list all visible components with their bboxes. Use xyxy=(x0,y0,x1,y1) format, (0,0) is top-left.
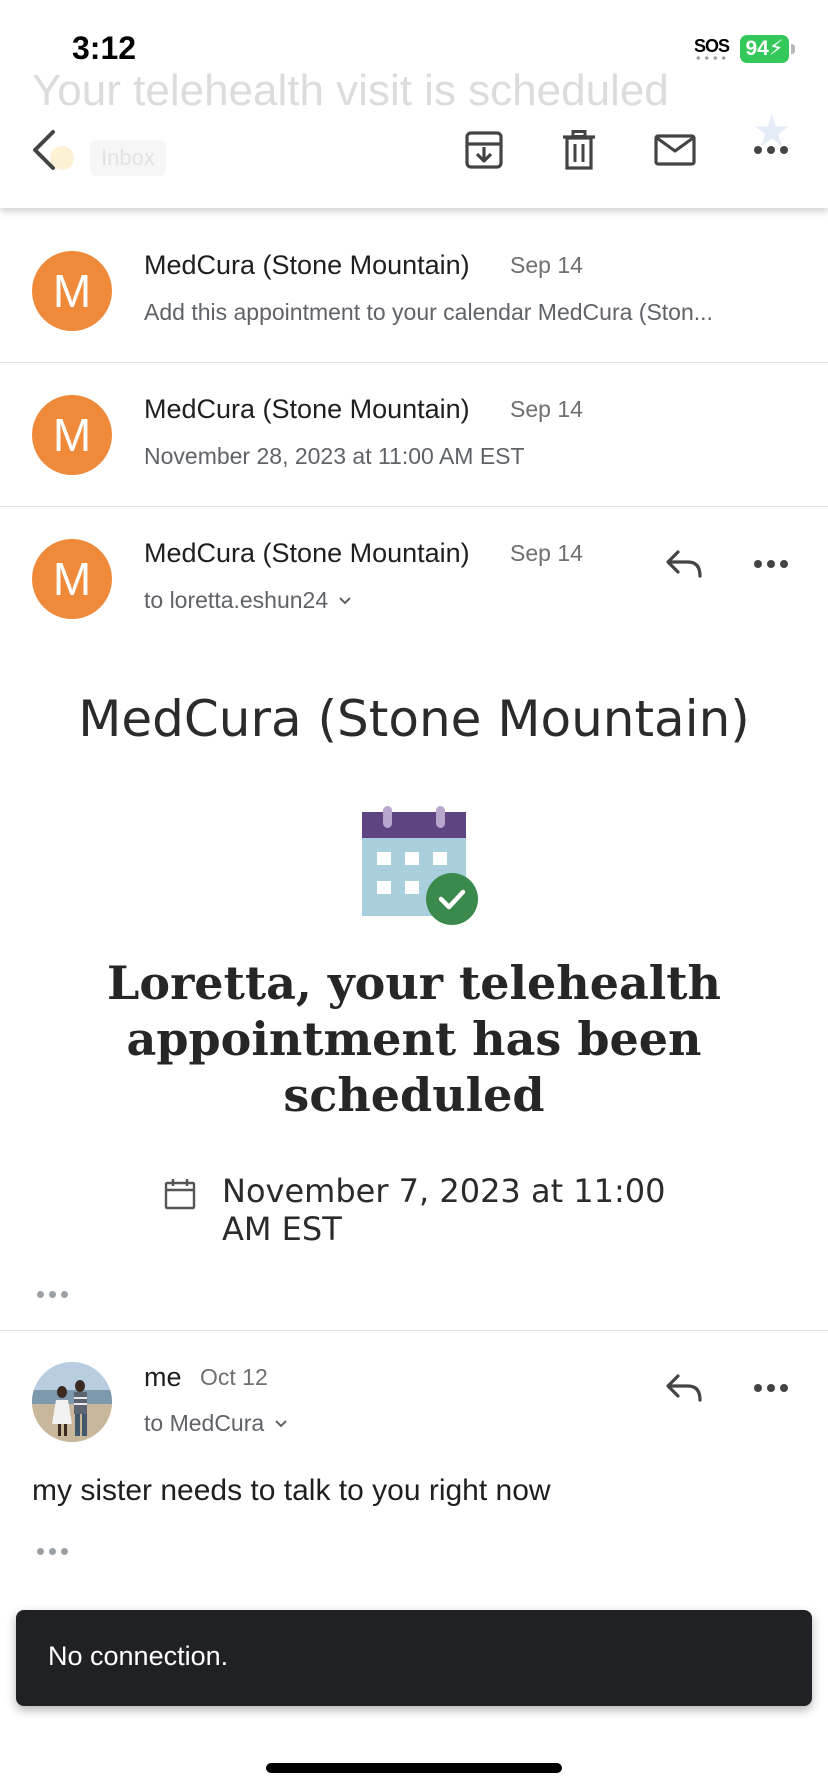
recipient-text: to loretta.eshun24 xyxy=(144,587,329,613)
reply-button[interactable] xyxy=(654,534,714,594)
battery-level: 94 xyxy=(745,37,769,60)
reply-icon xyxy=(666,1374,702,1402)
recipient-details[interactable]: to loretta.eshun24 xyxy=(144,587,352,614)
sender-name: MedCura (Stone Mountain) xyxy=(144,250,470,280)
message-more-button[interactable] xyxy=(741,534,801,594)
sender-name: me xyxy=(144,1362,182,1392)
snackbar: No connection. xyxy=(16,1610,812,1706)
chevron-down-icon xyxy=(275,1419,287,1427)
email-brand-title: MedCura (Stone Mountain) xyxy=(78,690,750,748)
dot xyxy=(36,1547,44,1555)
recipient-text: to MedCura xyxy=(144,1410,265,1436)
divider xyxy=(0,1330,828,1331)
clock: 3:12 xyxy=(72,30,137,66)
dot xyxy=(60,1547,68,1555)
sender-name: MedCura (Stone Mountain) xyxy=(144,394,470,424)
dot xyxy=(48,1290,56,1298)
message-date: Sep 14 xyxy=(510,540,583,566)
message-date: Sep 14 xyxy=(510,396,583,422)
appointment-date: November 7, 2023 at 11:00 AM EST xyxy=(222,1172,666,1248)
battery-tip xyxy=(791,44,795,54)
recipient-details[interactable]: to MedCura xyxy=(144,1410,288,1437)
avatar: M xyxy=(32,395,112,475)
avatar: M xyxy=(32,539,112,619)
sender-name: MedCura (Stone Mountain) xyxy=(144,538,470,568)
reply-icon xyxy=(666,550,702,578)
dot xyxy=(48,1547,56,1555)
message-date: Oct 12 xyxy=(200,1364,268,1390)
trash-icon xyxy=(563,130,595,170)
avatar xyxy=(32,1362,112,1442)
signal-dots-icon xyxy=(694,56,728,60)
archive-icon xyxy=(465,131,503,169)
message-body: my sister needs to talk to you right now xyxy=(32,1474,551,1507)
dot xyxy=(60,1290,68,1298)
snackbar-message: No connection. xyxy=(48,1641,229,1671)
calendar-check-icon xyxy=(362,806,478,925)
label-chip: Inbox xyxy=(90,140,166,176)
home-indicator[interactable] xyxy=(266,1763,562,1773)
sos-indicator: SOS xyxy=(694,36,730,56)
show-trimmed-content-button[interactable] xyxy=(32,1543,72,1559)
more-icon xyxy=(754,1384,788,1392)
message-date: Sep 14 xyxy=(510,252,583,278)
reply-button[interactable] xyxy=(654,1358,714,1418)
battery-icon: 94⚡ xyxy=(740,35,789,63)
dot xyxy=(36,1290,44,1298)
message-snippet: Add this appointment to your calendar Me… xyxy=(144,299,713,325)
more-options-button[interactable] xyxy=(741,120,801,180)
chevron-down-icon xyxy=(339,596,351,604)
show-trimmed-content-button[interactable] xyxy=(32,1286,72,1302)
mark-unread-button[interactable] xyxy=(645,120,705,180)
profile-photo xyxy=(32,1362,112,1442)
message-more-button[interactable] xyxy=(741,1358,801,1418)
status-bar: 3:12 SOS 94⚡ xyxy=(0,0,828,100)
calendar-icon xyxy=(164,1179,196,1210)
more-icon xyxy=(754,146,788,154)
email-headline: Loretta, your telehealth appointment has… xyxy=(107,956,721,1122)
back-button[interactable] xyxy=(14,120,74,180)
delete-button[interactable] xyxy=(549,120,609,180)
message-row[interactable]: M MedCura (Stone Mountain) Sep 14 Novemb… xyxy=(0,363,828,507)
message-snippet: November 28, 2023 at 11:00 AM EST xyxy=(144,443,525,469)
avatar: M xyxy=(32,251,112,331)
more-icon xyxy=(754,560,788,568)
mail-icon xyxy=(654,134,696,166)
chevron-left-icon xyxy=(33,130,55,170)
message-row[interactable]: M MedCura (Stone Mountain) Sep 14 Add th… xyxy=(0,219,828,363)
archive-button[interactable] xyxy=(454,120,514,180)
